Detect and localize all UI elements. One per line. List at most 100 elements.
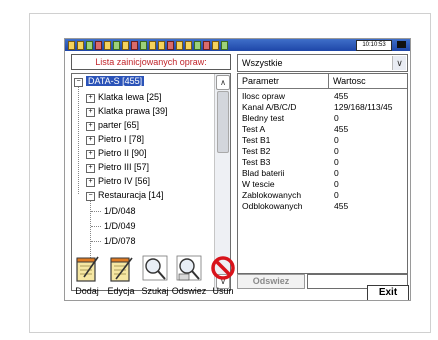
expand-icon[interactable]: +: [86, 164, 95, 173]
tree-leaf-label: 1/D/048: [104, 206, 136, 216]
scrollbar-thumb[interactable]: [217, 91, 229, 153]
row-key: Test B2: [242, 146, 271, 156]
tray-icon[interactable]: [176, 41, 183, 50]
tree-leaf-label: 1/D/078: [104, 236, 136, 246]
tree-item-label: Klatka lewa [25]: [98, 92, 162, 102]
row-value: 0: [334, 157, 339, 167]
row-key: Zablokowanych: [242, 190, 302, 200]
table-row: Test A 455: [238, 124, 407, 135]
tree-item-root[interactable]: − DATA-S [455]: [74, 75, 145, 88]
tray-icon[interactable]: [86, 41, 93, 50]
tray-icon[interactable]: [158, 41, 165, 50]
row-key: Test B1: [242, 135, 271, 145]
row-value: 0: [334, 168, 339, 178]
tree-line: [78, 84, 79, 194]
tree-line: [91, 241, 101, 242]
tray-icon[interactable]: [77, 41, 84, 50]
chevron-down-icon[interactable]: ∨: [392, 56, 406, 70]
collapse-icon[interactable]: −: [86, 192, 95, 201]
clock-display: 10:10:53: [356, 40, 392, 51]
table-row: W tescie 0: [238, 179, 407, 190]
tree-item-label: Klatka prawa [39]: [98, 106, 168, 116]
tree-item[interactable]: + Klatka prawa [39]: [86, 105, 168, 118]
expand-icon[interactable]: +: [86, 136, 95, 145]
tree-item-label: Pietro III [57]: [98, 162, 150, 172]
list-label: Lista zainicjowanych opraw:: [71, 54, 231, 70]
tray-icon[interactable]: [167, 41, 174, 50]
tree-item-label: Restauracja [14]: [98, 190, 164, 200]
delete-button[interactable]: Usun: [203, 255, 243, 300]
notepad-edit-icon: [110, 257, 133, 282]
row-value: 0: [334, 146, 339, 156]
table-row: Kanal A/B/C/D 129/168/113/45: [238, 102, 407, 113]
title-bar: 10:10:53: [65, 39, 410, 51]
tray-icon[interactable]: [68, 41, 75, 50]
exit-button[interactable]: Exit: [367, 285, 409, 300]
row-value: 129/168/113/45: [334, 102, 393, 112]
tree-line: [91, 211, 101, 212]
tray-icon[interactable]: [194, 41, 201, 50]
row-value: 455: [334, 201, 349, 211]
table-header: Parametr Wartosc: [238, 74, 407, 89]
tree-item[interactable]: − Restauracja [14]: [86, 189, 164, 202]
tree-item[interactable]: + Pietro I [78]: [86, 133, 144, 146]
tree-item[interactable]: + Pietro II [90]: [86, 147, 147, 160]
tree-item[interactable]: + Klatka lewa [25]: [86, 91, 162, 104]
tree-item-label: parter [65]: [98, 120, 140, 130]
tree-line: [91, 226, 101, 227]
row-key: Test A: [242, 124, 266, 134]
row-key: Ilosc opraw: [242, 91, 285, 101]
delete-button-label: Usun: [212, 286, 234, 296]
parameter-table: Parametr Wartosc Ilosc opraw 455 Kanal A/…: [237, 73, 408, 274]
table-row: Odblokowanych 455: [238, 201, 407, 212]
tray-icon[interactable]: [149, 41, 156, 50]
tray-icon[interactable]: [212, 41, 219, 50]
tray-icon[interactable]: [113, 41, 120, 50]
expand-icon[interactable]: +: [86, 122, 95, 131]
tree-item[interactable]: + Pietro III [57]: [86, 161, 149, 174]
tray-icon[interactable]: [104, 41, 111, 50]
table-row: Test B2 0: [238, 146, 407, 157]
column-header-value: Wartosc: [328, 74, 407, 88]
row-value: 455: [334, 124, 349, 134]
tree-item-label: Pietro II [90]: [98, 148, 147, 158]
no-entry-icon: [211, 256, 235, 280]
row-value: 455: [334, 91, 349, 101]
table-row: Bledny test 0: [238, 113, 407, 124]
row-key: Kanal A/B/C/D: [242, 102, 297, 112]
battery-icon: [397, 41, 406, 48]
magnifier-icon: [142, 255, 168, 281]
row-key: Odblokowanych: [242, 201, 303, 211]
table-row: Ilosc opraw 455: [238, 91, 407, 102]
row-key: W tescie: [242, 179, 275, 189]
row-key: Bledny test: [242, 113, 285, 123]
tray-icon[interactable]: [185, 41, 192, 50]
tree-leaf[interactable]: 1/D/048: [104, 205, 136, 218]
tree-leaf[interactable]: 1/D/078: [104, 235, 136, 248]
tree-item[interactable]: + Pietro IV [56]: [86, 175, 150, 188]
refresh-button[interactable]: Odswiez: [237, 274, 305, 289]
tray-icon[interactable]: [95, 41, 102, 50]
tray-icon[interactable]: [203, 41, 210, 50]
notepad-add-icon: [76, 256, 99, 282]
row-key: Blad baterii: [242, 168, 285, 178]
tray-icon[interactable]: [221, 41, 228, 50]
expand-icon[interactable]: +: [86, 150, 95, 159]
expand-icon[interactable]: +: [86, 108, 95, 117]
expand-icon[interactable]: +: [86, 178, 95, 187]
expand-icon[interactable]: +: [86, 94, 95, 103]
app-window: 10:10:53 Lista zainicjowanych opraw: Wsz…: [64, 38, 411, 301]
tree-leaf-label: 1/D/049: [104, 221, 136, 231]
scroll-up-icon[interactable]: ∧: [216, 75, 230, 90]
collapse-icon[interactable]: −: [74, 78, 83, 87]
tree-leaf[interactable]: 1/D/049: [104, 220, 136, 233]
table-row: Test B1 0: [238, 135, 407, 146]
filter-select[interactable]: Wszystkie ∨: [237, 54, 408, 72]
table-row: Zablokowanych 0: [238, 190, 407, 201]
tray-icon[interactable]: [122, 41, 129, 50]
tree-item[interactable]: + parter [65]: [86, 119, 139, 132]
titlebar-icons[interactable]: [68, 41, 228, 50]
tray-icon[interactable]: [140, 41, 147, 50]
column-header-parameter: Parametr: [242, 76, 280, 86]
tray-icon[interactable]: [131, 41, 138, 50]
